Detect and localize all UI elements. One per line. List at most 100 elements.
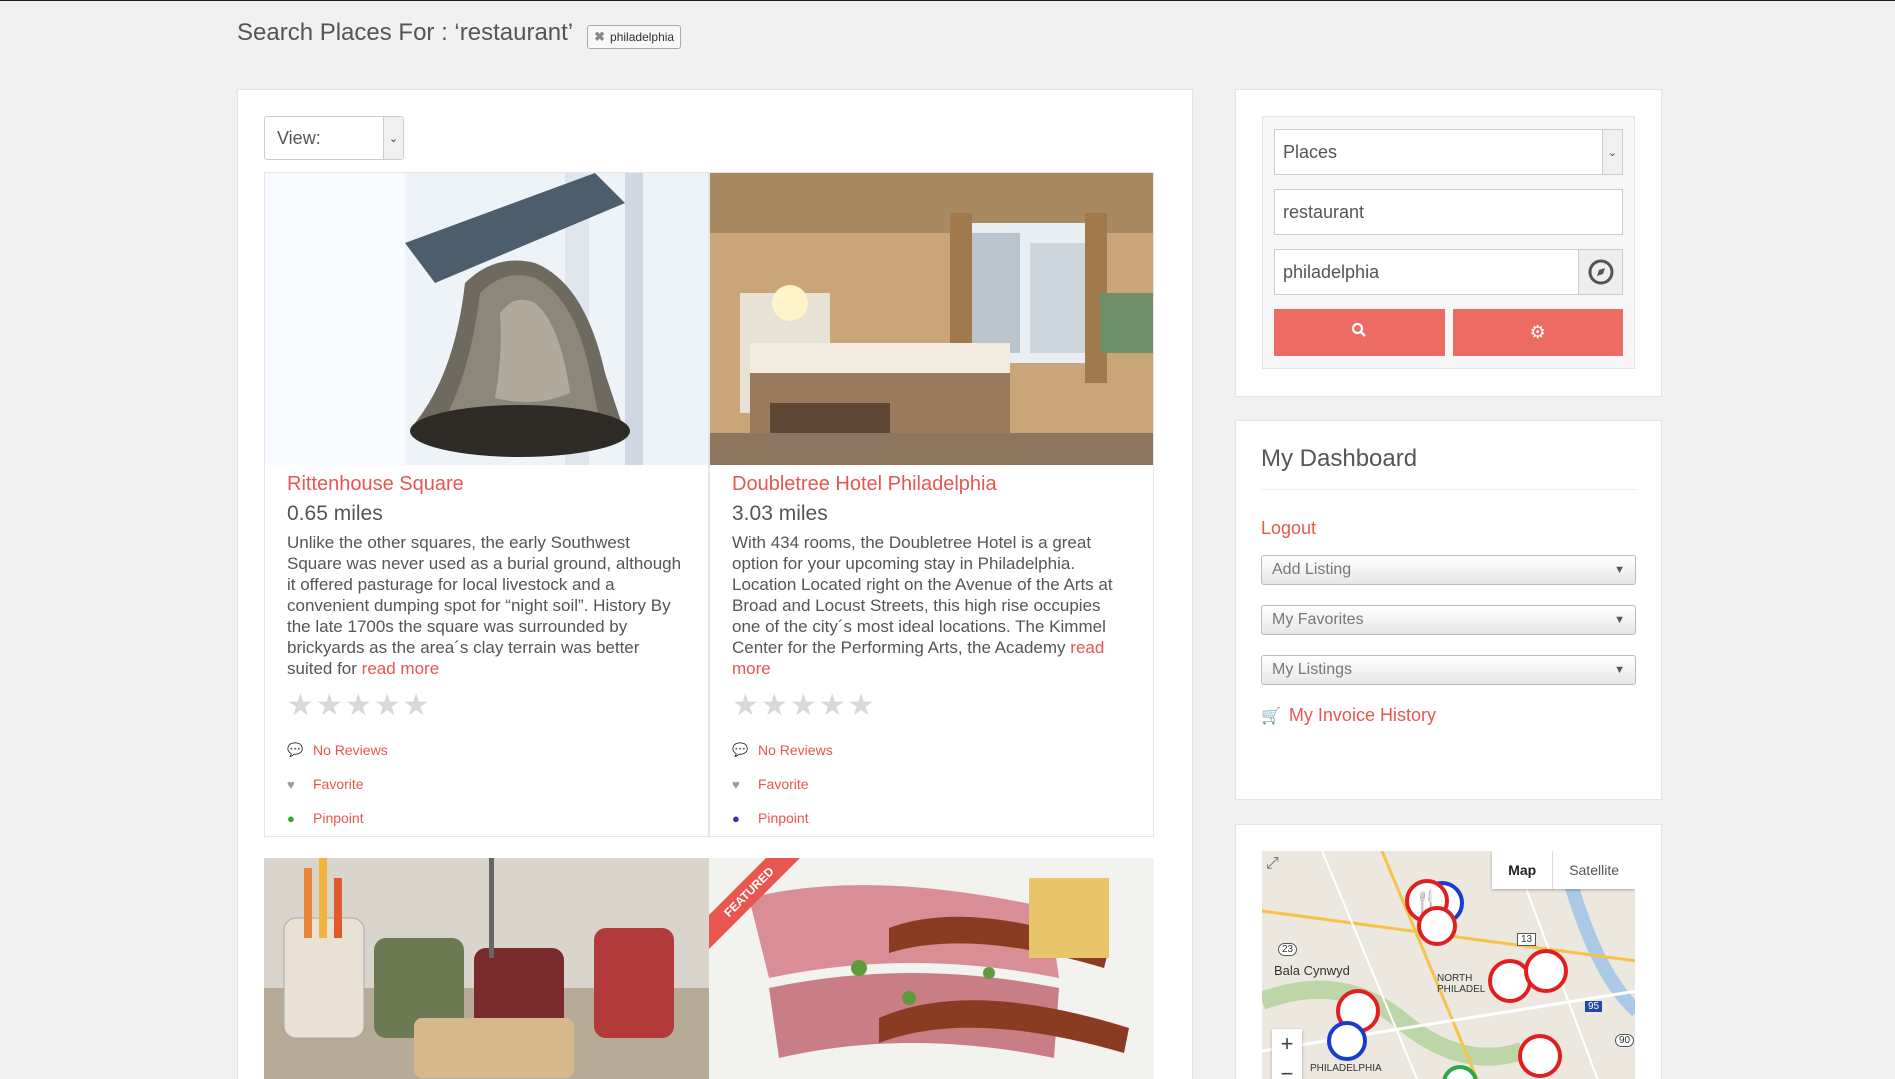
- map-marker[interactable]: [1518, 1034, 1562, 1078]
- view-select-label: View:: [277, 127, 321, 148]
- map-label-philadelphia: PHILADELPHIA: [1310, 1063, 1382, 1074]
- keyword-value: restaurant: [1283, 201, 1365, 222]
- tab-satellite[interactable]: Satellite: [1552, 851, 1635, 889]
- search-icon: [1351, 322, 1367, 343]
- read-more-link[interactable]: read more: [362, 659, 439, 678]
- comments-icon: 💬: [287, 742, 304, 757]
- listing-title[interactable]: Doubletree Hotel Philadelphia: [732, 473, 1131, 496]
- listing-description-text: With 434 rooms, the Doubletree Hotel is …: [732, 533, 1113, 657]
- listing-image[interactable]: [710, 173, 1153, 465]
- pinpoint-link[interactable]: ● Pinpoint: [732, 801, 1131, 835]
- caret-down-icon: ▼: [1614, 564, 1625, 576]
- listing-description-text: Unlike the other squares, the early Sout…: [287, 533, 682, 678]
- map-marker[interactable]: [1417, 906, 1457, 946]
- star-icon[interactable]: ★: [316, 691, 343, 721]
- map-panel: 🍴 ⤢ Map Satellite Bala Cynwyd NORTH PHIL…: [1235, 824, 1662, 1079]
- my-favorites-dropdown[interactable]: My Favorites ▼: [1261, 605, 1636, 635]
- gear-icon: ⚙: [1529, 322, 1546, 342]
- chevron-down-icon: ⌄: [383, 117, 403, 159]
- star-icon[interactable]: ★: [287, 691, 314, 721]
- location-input[interactable]: philadelphia: [1274, 249, 1623, 295]
- add-listing-dropdown[interactable]: Add Listing ▼: [1261, 555, 1636, 585]
- dashboard-title: My Dashboard: [1261, 445, 1418, 472]
- tab-map[interactable]: Map: [1492, 851, 1552, 889]
- zoom-out-button[interactable]: −: [1272, 1059, 1302, 1079]
- listing-distance: 3.03 miles: [732, 502, 828, 525]
- zoom-in-button[interactable]: +: [1272, 1029, 1302, 1059]
- my-listings-label: My Listings: [1272, 661, 1353, 678]
- rating-stars[interactable]: ★ ★ ★ ★ ★: [732, 691, 1131, 721]
- invoice-history-label: My Invoice History: [1288, 705, 1436, 725]
- map-type-tabs: Map Satellite: [1492, 851, 1635, 889]
- location-value: philadelphia: [1283, 261, 1380, 282]
- map-label-bala: Bala Cynwyd: [1274, 963, 1350, 978]
- search-heading: Search Places For : ‘restaurant’ ✖ phila…: [237, 19, 682, 49]
- star-icon[interactable]: ★: [732, 691, 759, 721]
- type-select[interactable]: Places ⌄: [1274, 129, 1623, 175]
- listing-title[interactable]: Rittenhouse Square: [287, 473, 686, 496]
- my-favorites-label: My Favorites: [1272, 611, 1364, 628]
- my-listings-dropdown[interactable]: My Listings ▼: [1261, 655, 1636, 685]
- listing-image[interactable]: [265, 173, 708, 465]
- heart-icon: ♥: [287, 776, 295, 792]
- map-marker[interactable]: [1327, 1021, 1367, 1061]
- reviews-link[interactable]: 💬 No Reviews: [732, 733, 1131, 767]
- favorite-link[interactable]: ♥ Favorite: [732, 767, 1131, 801]
- favorite-label: Favorite: [313, 776, 364, 792]
- star-icon[interactable]: ★: [403, 691, 430, 721]
- favorite-label: Favorite: [758, 776, 809, 792]
- settings-button[interactable]: ⚙: [1452, 309, 1623, 356]
- star-icon[interactable]: ★: [848, 691, 875, 721]
- pinpoint-label: Pinpoint: [313, 810, 364, 826]
- map-marker[interactable]: [1488, 959, 1532, 1003]
- favorite-link[interactable]: ♥ Favorite: [287, 767, 686, 801]
- map-marker[interactable]: [1524, 949, 1568, 993]
- invoice-history-link[interactable]: 🛒 My Invoice History: [1236, 705, 1661, 726]
- listing-card: Doubletree Hotel Philadelphia 3.03 miles…: [709, 172, 1154, 837]
- search-form: Places ⌄ restaurant philadelphia ⚙: [1262, 116, 1635, 369]
- heart-icon: ♥: [732, 776, 740, 792]
- star-icon[interactable]: ★: [345, 691, 372, 721]
- map-pin-green-icon: ●: [287, 810, 295, 826]
- filter-tag-label: philadelphia: [610, 30, 675, 44]
- caret-down-icon: ▼: [1614, 664, 1625, 676]
- logout-link[interactable]: Logout: [1236, 490, 1661, 555]
- search-sidebar: Places ⌄ restaurant philadelphia ⚙: [1235, 89, 1662, 397]
- map-pin-blue-icon: ●: [732, 810, 740, 826]
- chevron-down-icon: ⌄: [1602, 130, 1622, 174]
- route-shield-13: 13: [1517, 933, 1537, 946]
- compass-icon[interactable]: [1578, 250, 1622, 294]
- pinpoint-link[interactable]: ● Pinpoint: [287, 801, 686, 835]
- shopping-cart-icon: 🛒: [1261, 707, 1281, 725]
- listing-card: Rittenhouse Square 0.65 miles Unlike the…: [264, 172, 709, 837]
- route-shield-90: 90: [1615, 1034, 1635, 1047]
- filter-tag[interactable]: ✖ philadelphia: [587, 25, 682, 49]
- fullscreen-icon[interactable]: ⤢: [1266, 855, 1279, 873]
- keyword-input[interactable]: restaurant: [1274, 189, 1623, 235]
- listing-description: With 434 rooms, the Doubletree Hotel is …: [732, 532, 1131, 679]
- comments-icon: 💬: [732, 742, 749, 757]
- reviews-label: No Reviews: [313, 742, 388, 758]
- results-panel: View: ⌄ Rittenhouse Square 0.65 miles Un…: [237, 89, 1193, 1079]
- map-label-north: NORTH PHILADEL: [1437, 973, 1486, 995]
- zoom-controls: + −: [1272, 1029, 1302, 1079]
- map[interactable]: 🍴 ⤢ Map Satellite Bala Cynwyd NORTH PHIL…: [1262, 851, 1635, 1079]
- search-heading-text: Search Places For : ‘restaurant’: [237, 19, 574, 46]
- dashboard-panel: My Dashboard Logout Add Listing ▼ My Fav…: [1235, 420, 1662, 800]
- star-icon[interactable]: ★: [819, 691, 846, 721]
- listing-image[interactable]: [264, 858, 709, 1079]
- view-select[interactable]: View: ⌄: [264, 116, 404, 160]
- search-button[interactable]: [1274, 309, 1445, 356]
- star-icon[interactable]: ★: [761, 691, 788, 721]
- add-listing-label: Add Listing: [1272, 561, 1352, 578]
- reviews-label: No Reviews: [758, 742, 833, 758]
- rating-stars[interactable]: ★ ★ ★ ★ ★: [287, 691, 686, 721]
- listing-image[interactable]: FEATURED: [709, 858, 1154, 1079]
- star-icon[interactable]: ★: [374, 691, 401, 721]
- caret-down-icon: ▼: [1614, 614, 1625, 626]
- route-shield-23: 23: [1278, 943, 1298, 956]
- reviews-link[interactable]: 💬 No Reviews: [287, 733, 686, 767]
- remove-tag-icon[interactable]: ✖: [594, 29, 605, 45]
- listing-distance: 0.65 miles: [287, 502, 383, 525]
- star-icon[interactable]: ★: [790, 691, 817, 721]
